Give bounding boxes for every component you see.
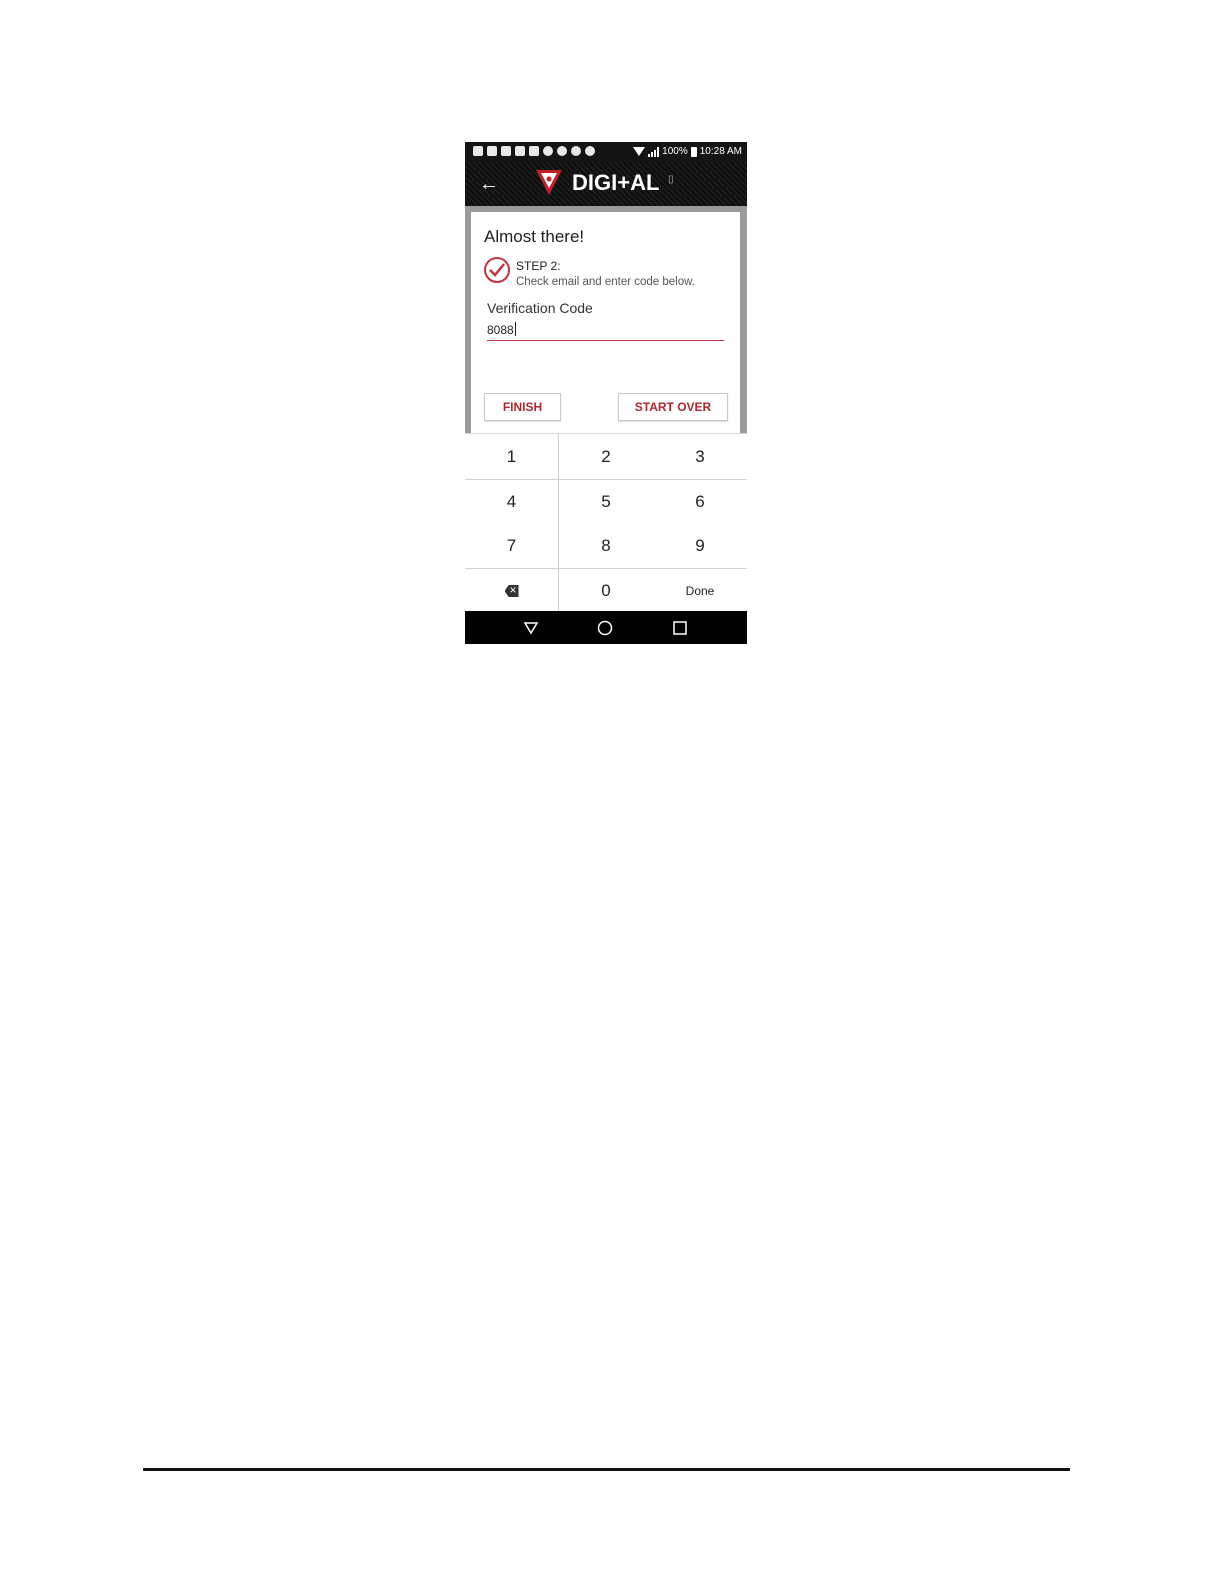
key-1[interactable]: 1: [465, 435, 558, 479]
key-8[interactable]: 8: [559, 524, 653, 568]
battery-icon: [690, 146, 697, 157]
guess-triangle-logo-icon: [536, 170, 562, 195]
backspace-key[interactable]: [465, 569, 558, 613]
notification-icon: [487, 146, 497, 156]
signal-icon: [648, 146, 660, 157]
image-icon: [529, 146, 539, 156]
status-bar: 100% 10:28 AM: [465, 142, 747, 162]
brand-name: DIGI+AL: [572, 170, 660, 195]
system-nav-bar: [465, 611, 747, 644]
back-arrow-icon[interactable]: ←: [479, 172, 499, 196]
key-2[interactable]: 2: [559, 435, 653, 479]
phone-screenshot: 100% 10:28 AM ← DIGI+AL ▯ Almost there! …: [465, 142, 747, 644]
notification-icon: [473, 146, 483, 156]
verification-code-label: Verification Code: [487, 300, 593, 316]
card-title: Almost there!: [484, 227, 585, 246]
key-0[interactable]: 0: [559, 569, 653, 613]
step-description: Check email and enter code below.: [516, 276, 695, 288]
key-9[interactable]: 9: [653, 524, 747, 568]
start-over-button[interactable]: START OVER: [618, 393, 728, 421]
key-7[interactable]: 7: [465, 524, 558, 568]
verification-code-input[interactable]: [487, 320, 724, 341]
key-4[interactable]: 4: [465, 480, 558, 524]
key-5[interactable]: 5: [559, 480, 653, 524]
trademark-icon: ▯: [668, 174, 674, 185]
notification-icon: [585, 146, 595, 156]
verification-card: Almost there! STEP 2: Check email and en…: [471, 212, 740, 434]
triangle-back-icon[interactable]: [522, 619, 540, 637]
chrome-icon: [557, 146, 567, 156]
notification-icons: [473, 146, 595, 158]
page-footer-rule: [143, 1468, 1070, 1471]
backspace-icon: [504, 585, 519, 597]
step-label: STEP 2:: [516, 259, 561, 273]
chrome-icon: [571, 146, 581, 156]
battery-percent: 100%: [662, 146, 688, 157]
key-3[interactable]: 3: [653, 435, 747, 479]
clock: 10:28 AM: [699, 146, 742, 157]
status-right: 100% 10:28 AM: [633, 146, 742, 157]
wifi-icon: [633, 147, 646, 156]
text-caret: [515, 322, 516, 336]
notification-icon: [515, 146, 525, 156]
key-6[interactable]: 6: [653, 480, 747, 524]
circle-home-icon[interactable]: [596, 619, 614, 637]
finish-button[interactable]: FINISH: [484, 393, 561, 421]
square-recents-icon[interactable]: [671, 619, 689, 637]
notification-icon: [543, 146, 553, 156]
done-key[interactable]: Done: [653, 569, 747, 613]
check-circle-icon: [484, 257, 510, 283]
mail-icon: [501, 146, 511, 156]
numeric-keypad: 1 2 3 4 5 6 7 8 9 0 Done: [465, 433, 747, 613]
app-bar: ← DIGI+AL ▯: [465, 162, 747, 206]
